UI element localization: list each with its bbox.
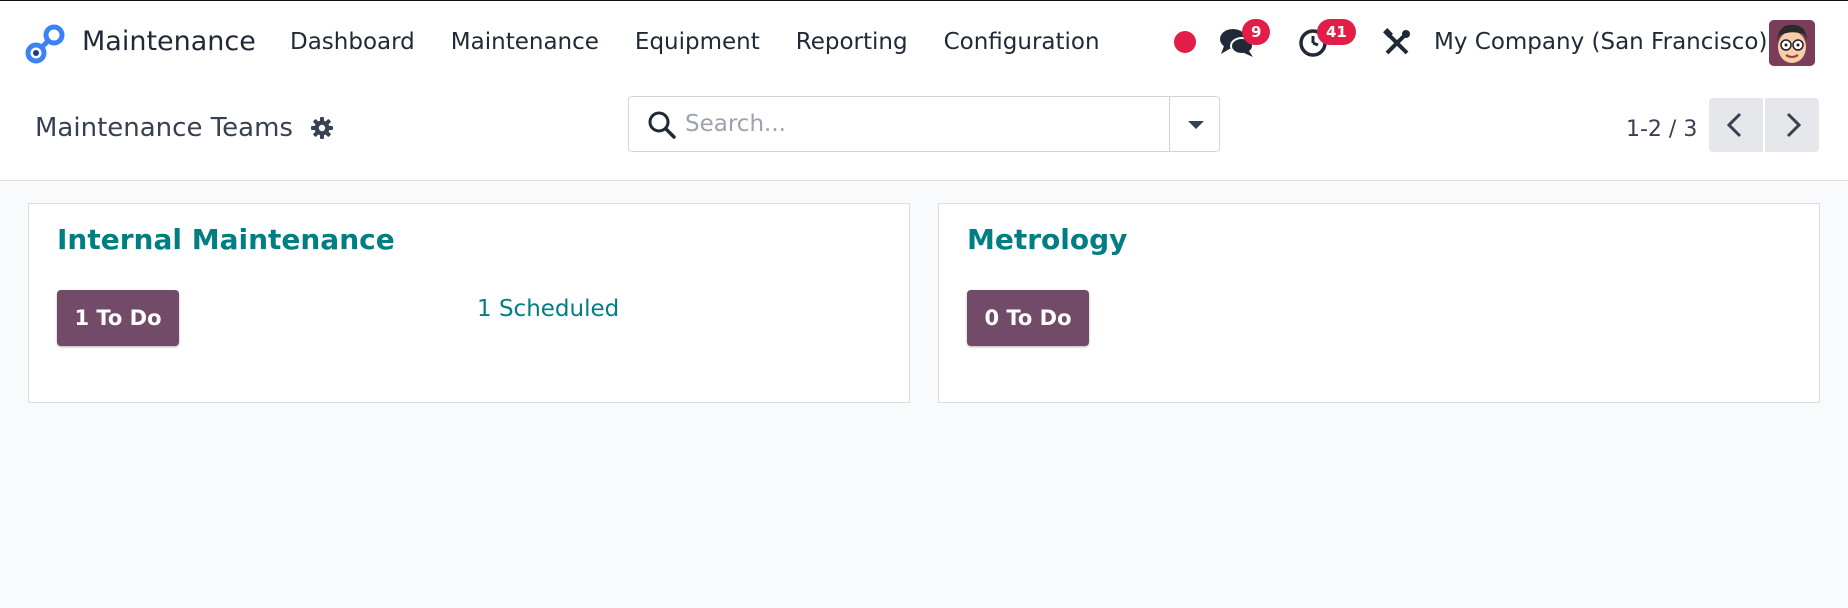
gear-icon[interactable] bbox=[310, 116, 334, 140]
todo-button[interactable]: 0 To Do bbox=[967, 290, 1089, 346]
caret-down-icon bbox=[1188, 121, 1204, 129]
top-navbar: Maintenance Dashboard Maintenance Equipm… bbox=[0, 0, 1848, 82]
pager-previous-button[interactable] bbox=[1709, 98, 1763, 152]
search-options-toggle[interactable] bbox=[1169, 97, 1219, 151]
app-logo-icon[interactable] bbox=[24, 23, 66, 65]
status-dot-icon[interactable] bbox=[1174, 31, 1196, 53]
messages-badge: 9 bbox=[1242, 19, 1271, 45]
menu-dashboard[interactable]: Dashboard bbox=[272, 23, 433, 61]
pager-next-button[interactable] bbox=[1765, 98, 1819, 152]
company-switcher[interactable]: My Company (San Francisco) bbox=[1434, 23, 1767, 61]
search-box bbox=[628, 96, 1220, 152]
chevron-left-icon bbox=[1726, 112, 1742, 138]
pager-value[interactable]: 1-2 / 3 bbox=[1626, 110, 1697, 150]
menu-reporting[interactable]: Reporting bbox=[778, 23, 926, 61]
team-name[interactable]: Internal Maintenance bbox=[57, 220, 395, 260]
control-panel: Maintenance Teams 1-2 / 3 bbox=[0, 82, 1848, 181]
team-card: Metrology 0 To Do bbox=[938, 203, 1820, 403]
menu-configuration[interactable]: Configuration bbox=[926, 23, 1118, 61]
activities-badge: 41 bbox=[1317, 19, 1356, 45]
chevron-right-icon bbox=[1786, 112, 1802, 138]
team-card: Internal Maintenance 1 To Do 1 Scheduled bbox=[28, 203, 910, 403]
user-avatar[interactable] bbox=[1769, 20, 1815, 66]
page-title: Maintenance Teams bbox=[35, 113, 293, 143]
tools-icon[interactable] bbox=[1382, 28, 1412, 58]
app-name[interactable]: Maintenance bbox=[82, 23, 256, 61]
menu-equipment[interactable]: Equipment bbox=[617, 23, 778, 61]
search-icon bbox=[647, 110, 677, 140]
todo-button[interactable]: 1 To Do bbox=[57, 290, 179, 346]
scheduled-link[interactable]: 1 Scheduled bbox=[477, 292, 619, 326]
search-input[interactable] bbox=[685, 105, 1185, 143]
main-menu: Dashboard Maintenance Equipment Reportin… bbox=[272, 23, 1118, 61]
team-name[interactable]: Metrology bbox=[967, 220, 1127, 260]
menu-maintenance[interactable]: Maintenance bbox=[433, 23, 617, 61]
